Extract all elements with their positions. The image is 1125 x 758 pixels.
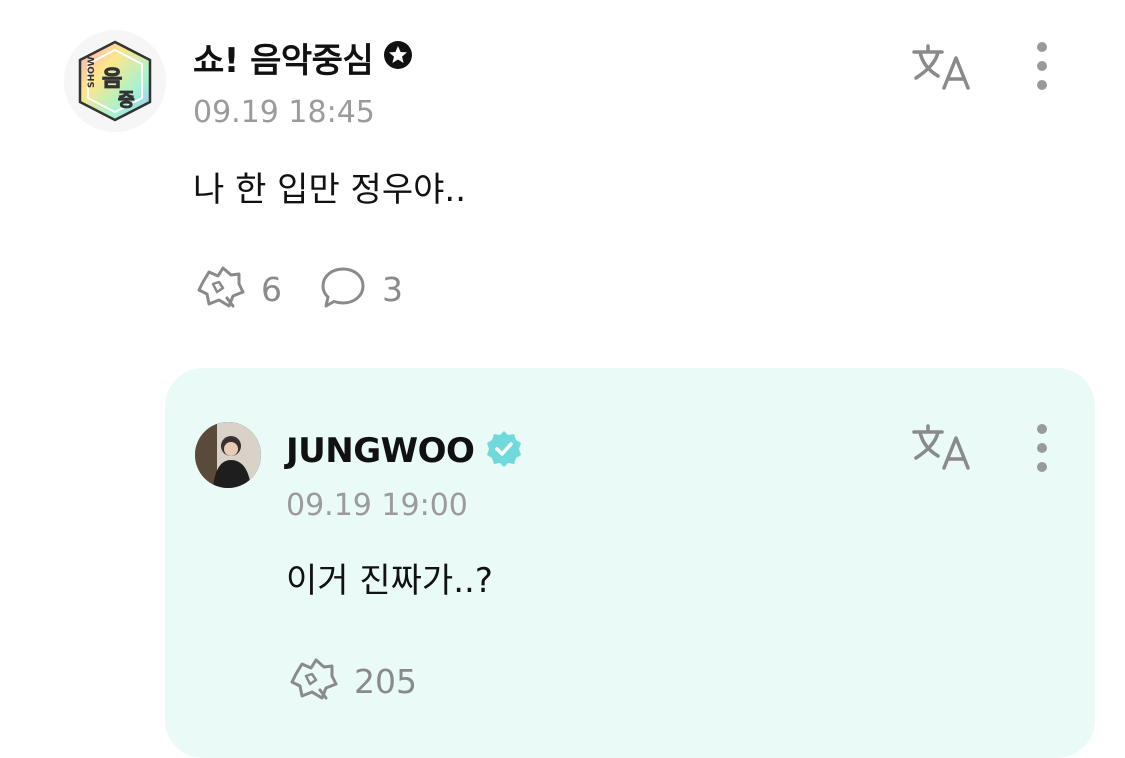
reply-actions: 205 xyxy=(286,654,453,708)
reply-card: JUNGWOO 09.19 19:00 이거 진짜가..? 205 xyxy=(165,368,1095,758)
reply-translate-button[interactable] xyxy=(910,420,974,474)
svg-text:중: 중 xyxy=(118,90,135,111)
jungwoo-avatar[interactable] xyxy=(195,422,261,488)
more-vertical-icon xyxy=(1037,42,1047,52)
post: SHOW 음 중 쇼! 음악중심 09.19 18:45 나 한 입만 정우야.… xyxy=(0,0,1125,340)
reply-like-count: 205 xyxy=(354,661,417,701)
translate-icon xyxy=(912,424,970,470)
star-badge-icon xyxy=(383,40,413,74)
translate-icon xyxy=(912,44,970,90)
show-music-core-avatar[interactable]: SHOW 음 중 xyxy=(64,30,166,132)
more-options-button[interactable] xyxy=(1027,36,1057,96)
reply-timestamp: 09.19 19:00 xyxy=(286,488,468,523)
post-author-row: 쇼! 음악중심 xyxy=(193,32,413,82)
comment-icon xyxy=(318,263,368,315)
translate-button[interactable] xyxy=(910,40,974,94)
reply-like-button[interactable]: 205 xyxy=(286,654,417,708)
reply-text: 이거 진짜가..? xyxy=(286,561,493,601)
bubble-heart-icon xyxy=(286,654,340,708)
reply-more-options-button[interactable] xyxy=(1027,418,1057,478)
bubble-heart-icon xyxy=(193,262,247,316)
comment-button[interactable]: 3 xyxy=(318,263,403,315)
svg-text:음: 음 xyxy=(102,67,122,92)
reply-author-name[interactable]: JUNGWOO xyxy=(286,431,475,471)
comment-count: 3 xyxy=(382,269,403,309)
post-author-name[interactable]: 쇼! 음악중심 xyxy=(193,33,374,82)
more-vertical-icon xyxy=(1037,424,1047,434)
svg-text:SHOW: SHOW xyxy=(87,56,97,88)
reply-author-row: JUNGWOO xyxy=(286,426,524,476)
post-timestamp: 09.19 18:45 xyxy=(193,95,375,130)
post-text: 나 한 입만 정우야.. xyxy=(193,170,466,210)
check-badge-icon xyxy=(484,429,524,473)
post-actions: 6 3 xyxy=(193,262,439,316)
like-button[interactable]: 6 xyxy=(193,262,282,316)
like-count: 6 xyxy=(261,269,282,309)
